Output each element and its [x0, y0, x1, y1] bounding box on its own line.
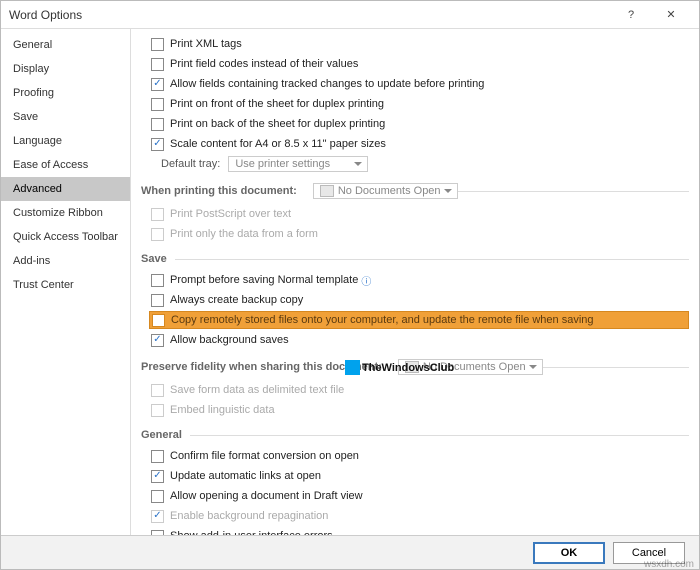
chk-embed-ling	[151, 404, 164, 417]
sidebar-item-ribbon[interactable]: Customize Ribbon	[1, 201, 130, 225]
lbl-bg-saves: Allow background saves	[170, 334, 289, 346]
chk-backup[interactable]	[151, 294, 164, 307]
chk-allow-fields[interactable]	[151, 78, 164, 91]
chk-scale[interactable]	[151, 138, 164, 151]
lbl-embed-ling: Embed linguistic data	[170, 404, 275, 416]
lbl-postscript: Print PostScript over text	[170, 208, 291, 220]
watermark-logo: TheWindowsClub	[345, 360, 454, 375]
chk-repagination	[151, 510, 164, 523]
sidebar-item-ease[interactable]: Ease of Access	[1, 153, 130, 177]
chk-field-codes[interactable]	[151, 58, 164, 71]
lbl-confirm-conv: Confirm file format conversion on open	[170, 450, 359, 462]
chk-prompt-normal[interactable]	[151, 274, 164, 287]
word-options-dialog: Word Options ? ✕ General Display Proofin…	[0, 0, 700, 570]
close-button[interactable]: ✕	[651, 1, 691, 29]
lbl-field-codes: Print field codes instead of their value…	[170, 58, 358, 70]
sidebar-item-qat[interactable]: Quick Access Toolbar	[1, 225, 130, 249]
lbl-form-data: Save form data as delimited text file	[170, 384, 344, 396]
help-button[interactable]: ?	[611, 1, 651, 29]
dialog-body: General Display Proofing Save Language E…	[1, 29, 699, 535]
section-title: Save	[141, 253, 167, 265]
lbl-allow-fields: Allow fields containing tracked changes …	[170, 78, 484, 90]
lbl-copy-remote: Copy remotely stored files onto your com…	[171, 314, 594, 326]
lbl-prompt-normal: Prompt before saving Normal template	[170, 274, 358, 286]
info-icon[interactable]: ⓘ	[361, 273, 371, 288]
chk-form-data	[151, 384, 164, 397]
sidebar-item-proofing[interactable]: Proofing	[1, 81, 130, 105]
sidebar-item-save[interactable]: Save	[1, 105, 130, 129]
chk-draft-view[interactable]	[151, 490, 164, 503]
watermark-source: wsxdh.com	[644, 559, 694, 570]
dd-printing-doc[interactable]: No Documents Open	[313, 183, 458, 199]
content-pane[interactable]: Print XML tags Print field codes instead…	[131, 29, 699, 535]
titlebar: Word Options ? ✕	[1, 1, 699, 29]
sidebar-item-language[interactable]: Language	[1, 129, 130, 153]
chk-confirm-conv[interactable]	[151, 450, 164, 463]
document-icon	[320, 185, 334, 197]
section-title: When printing this document:	[141, 185, 297, 197]
lbl-print-xml: Print XML tags	[170, 38, 242, 50]
chk-data-only	[151, 228, 164, 241]
lbl-update-links: Update automatic links at open	[170, 470, 321, 482]
lbl-backup: Always create backup copy	[170, 294, 303, 306]
lbl-print-back: Print on back of the sheet for duplex pr…	[170, 118, 385, 130]
chk-copy-remote[interactable]	[152, 314, 165, 327]
sidebar-item-trust[interactable]: Trust Center	[1, 273, 130, 297]
lbl-data-only: Print only the data from a form	[170, 228, 318, 240]
section-printing-doc: When printing this document: No Document…	[141, 183, 689, 199]
sidebar-item-addins[interactable]: Add-ins	[1, 249, 130, 273]
chk-update-links[interactable]	[151, 470, 164, 483]
sidebar-item-advanced[interactable]: Advanced	[1, 177, 130, 201]
section-general: General	[141, 429, 689, 441]
lbl-default-tray: Default tray:	[161, 158, 220, 170]
dd-default-tray[interactable]: Use printer settings	[228, 156, 368, 172]
chk-print-xml[interactable]	[151, 38, 164, 51]
sidebar: General Display Proofing Save Language E…	[1, 29, 131, 535]
row-copy-remote-highlighted: Copy remotely stored files onto your com…	[149, 311, 689, 329]
chk-print-front[interactable]	[151, 98, 164, 111]
chk-postscript	[151, 208, 164, 221]
chk-bg-saves[interactable]	[151, 334, 164, 347]
sidebar-item-general[interactable]: General	[1, 33, 130, 57]
section-title: General	[141, 429, 182, 441]
sidebar-item-display[interactable]: Display	[1, 57, 130, 81]
window-title: Word Options	[9, 8, 611, 22]
section-save: Save	[141, 253, 689, 265]
chk-print-back[interactable]	[151, 118, 164, 131]
lbl-draft-view: Allow opening a document in Draft view	[170, 490, 363, 502]
lbl-repagination: Enable background repagination	[170, 510, 328, 522]
lbl-scale: Scale content for A4 or 8.5 x 11" paper …	[170, 138, 386, 150]
ok-button[interactable]: OK	[533, 542, 605, 564]
lbl-print-front: Print on front of the sheet for duplex p…	[170, 98, 384, 110]
dialog-footer: OK Cancel	[1, 535, 699, 569]
logo-square-icon	[345, 360, 360, 375]
